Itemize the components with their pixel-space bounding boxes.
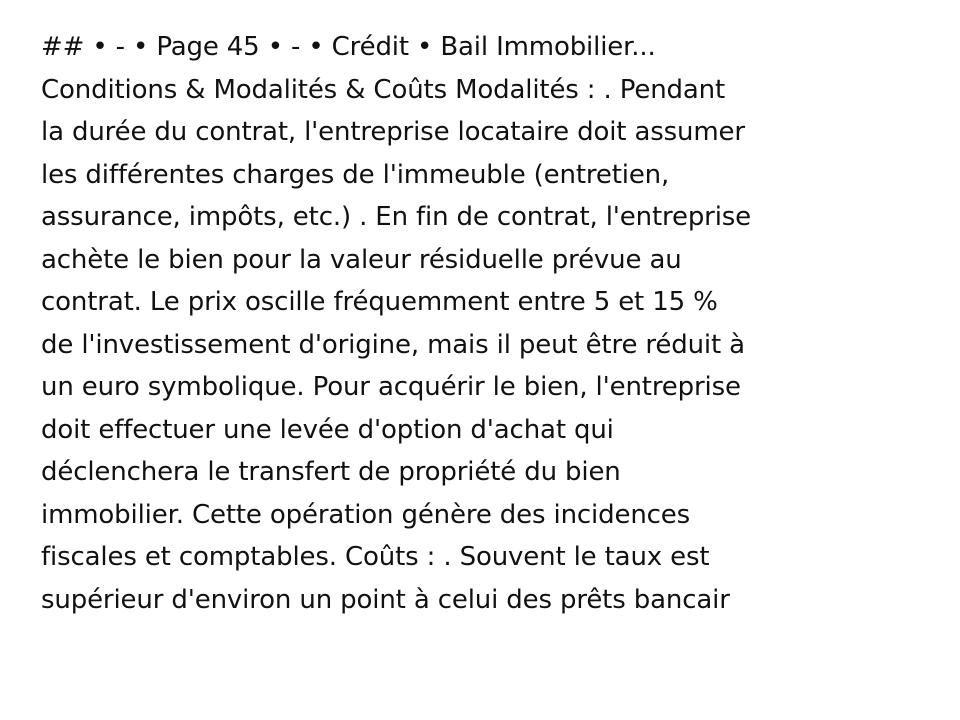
text-line-11: déclenchera le transfert de propriété du… xyxy=(41,457,621,487)
text-line-14: supérieur d'environ un point à celui des… xyxy=(41,584,730,615)
text-line-8: de l'investissement d'origine, mais il p… xyxy=(41,329,745,360)
text-line-2: Conditions & Modalités & Coûts Modalités… xyxy=(41,74,726,105)
body-text: ## • - • Page 45 • - • Crédit • Bail Imm… xyxy=(41,26,921,621)
text-line-6: achète le bien pour la valeur résiduelle… xyxy=(41,244,682,275)
document-page: ## • - • Page 45 • - • Crédit • Bail Imm… xyxy=(41,26,921,621)
text-line-9: un euro symbolique. Pour acquérir le bie… xyxy=(41,372,741,402)
text-line-5: assurance, impôts, etc.) . En fin de con… xyxy=(41,202,752,232)
text-line-13: fiscales et comptables. Coûts : . Souven… xyxy=(41,542,710,572)
text-line-10: doit effectuer une levée d'option d'acha… xyxy=(41,414,614,445)
text-line-12: immobilier. Cette opération génère des i… xyxy=(41,499,691,530)
text-line-1: ## • - • Page 45 • - • Crédit • Bail Imm… xyxy=(41,32,656,62)
text-line-7: contrat. Le prix oscille fréquemment ent… xyxy=(41,287,718,317)
text-line-3: la durée du contrat, l'entreprise locata… xyxy=(41,117,745,147)
text-line-4: les différentes charges de l'immeuble (e… xyxy=(41,159,670,190)
